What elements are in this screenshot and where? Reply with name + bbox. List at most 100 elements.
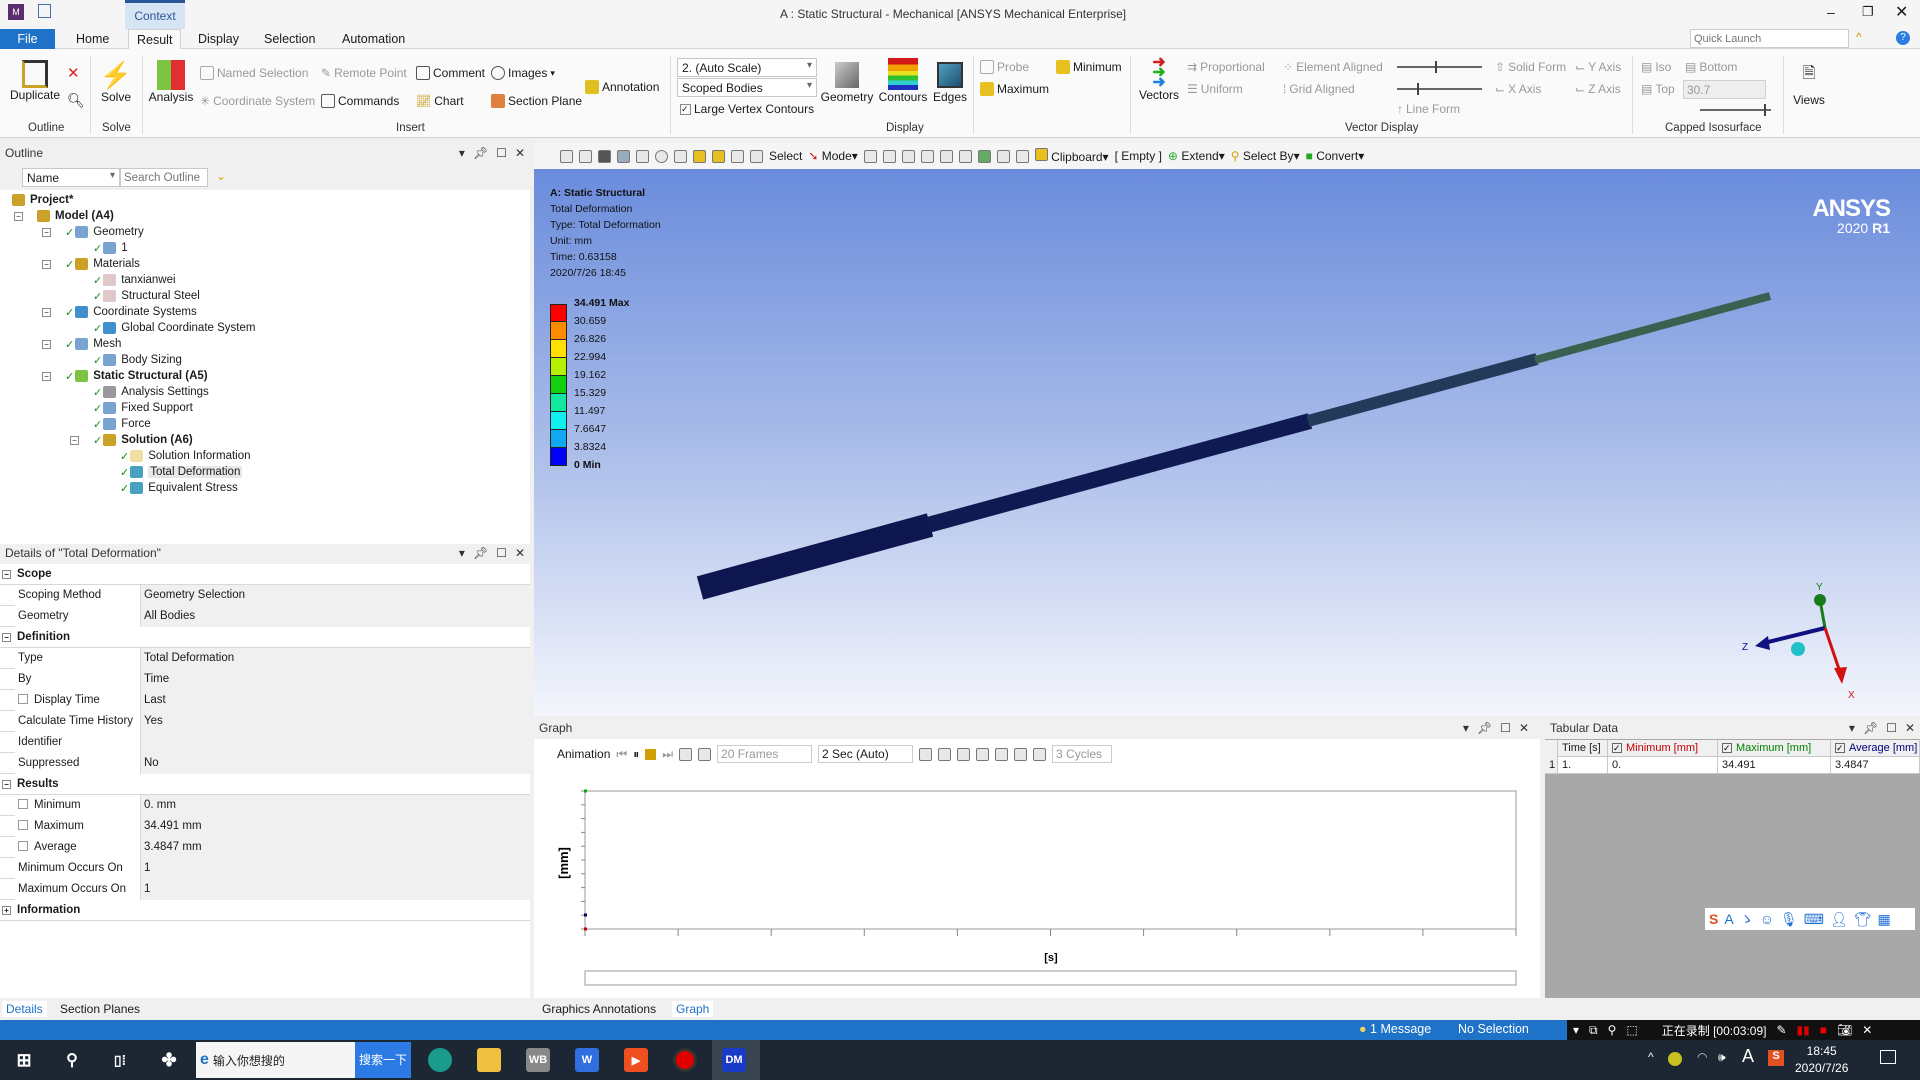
collapse-toggle[interactable]: − [70, 436, 79, 445]
tree-item[interactable]: ✓ Coordinate Systems [65, 304, 197, 320]
dropdown-icon[interactable]: ▾ [459, 546, 465, 560]
tree-item[interactable]: Project* [12, 192, 73, 208]
tree-item[interactable]: ✓ Geometry [65, 224, 144, 240]
tree-item[interactable]: ✓ Mesh [65, 336, 121, 352]
analysis-button[interactable]: Analysis [148, 60, 194, 104]
context-tab[interactable]: Context [125, 0, 185, 29]
contours-button[interactable]: Contours [877, 58, 929, 104]
details-section-header[interactable]: − Definition [0, 627, 530, 648]
zoom-all-icon[interactable] [750, 149, 763, 163]
table-cell[interactable]: 3.4847 [1831, 757, 1920, 774]
stop-record-icon[interactable]: ■ [1820, 1023, 1827, 1037]
zoom-in-icon[interactable] [560, 149, 573, 163]
shaded-icon[interactable] [598, 149, 611, 163]
region-icon[interactable]: ⬚ [1626, 1023, 1637, 1037]
maximum-button[interactable]: Maximum [980, 82, 1049, 96]
pin-icon[interactable]: 📌︎ [473, 546, 488, 560]
pin-icon[interactable]: 📌︎ [1477, 721, 1492, 735]
keyboard-icon[interactable]: ⌨ [1804, 911, 1824, 928]
ime-icon[interactable]: A [1742, 1046, 1754, 1067]
dropdown-icon[interactable]: ▾ [1573, 1023, 1579, 1037]
grid-aligned-button[interactable]: ⁞ Grid Aligned [1283, 82, 1355, 96]
clock[interactable]: 18:45 2020/7/26 [1795, 1043, 1848, 1077]
user-icon[interactable]: 👤︎ [1830, 911, 1848, 928]
column-header[interactable]: ✓ Average [mm] [1831, 740, 1920, 757]
property-value[interactable]: 34.491 mm [141, 815, 530, 837]
tab-section-planes[interactable]: Section Planes [56, 1001, 144, 1017]
select-by-button[interactable]: ⚲ Select By▾ [1231, 149, 1300, 163]
details-row[interactable]: Type Total Deformation [0, 647, 530, 669]
start-button[interactable]: ⊞ [12, 1048, 36, 1072]
table-cell[interactable]: 0. [1608, 757, 1718, 774]
details-row[interactable]: Geometry All Bodies [0, 605, 530, 627]
delete-icon[interactable]: ✕ [67, 64, 80, 82]
select-mesh-icon[interactable] [996, 149, 1010, 163]
details-section-header[interactable]: + Information [0, 900, 530, 921]
edge-icon[interactable] [428, 1048, 452, 1072]
tree-item[interactable]: ✓ Fixed Support [93, 400, 193, 416]
pause-record-icon[interactable]: ▮▮ [1797, 1023, 1810, 1037]
input-mode-icon[interactable]: A [1724, 911, 1733, 927]
camera-icon[interactable]: 📷︎ [1837, 1023, 1852, 1037]
row-number[interactable]: 1 [1545, 757, 1558, 774]
tab-selection[interactable]: Selection [256, 29, 323, 50]
remote-point-button[interactable]: ✎ Remote Point [321, 66, 407, 80]
property-value[interactable]: Time [141, 668, 530, 690]
volume-icon[interactable]: 🕪︎ [1718, 1050, 1726, 1065]
media-app-icon[interactable]: ▶ [624, 1048, 648, 1072]
close-icon[interactable]: ✕ [515, 546, 525, 560]
y-axis-button[interactable]: ⌙ Y Axis [1575, 60, 1621, 74]
dropdown-icon[interactable]: ▾ [1849, 721, 1855, 735]
tree-item[interactable]: ✓ 1 [93, 240, 128, 256]
tab-details[interactable]: Details [2, 1001, 47, 1017]
tree-item[interactable]: ✓ Static Structural (A5) [65, 368, 208, 384]
chart-button[interactable]: 📈︎ Chart [416, 94, 464, 108]
tree-item[interactable]: ✓ Body Sizing [93, 352, 182, 368]
notification-icon[interactable] [1880, 1050, 1896, 1064]
property-value[interactable]: 1 [141, 878, 530, 900]
maximize-icon[interactable]: ☐ [1500, 721, 1511, 735]
maximize-icon[interactable]: ☐ [496, 546, 507, 560]
recorder-icon[interactable] [673, 1048, 697, 1072]
details-section-header[interactable]: − Results [0, 774, 530, 795]
table-cell[interactable]: 34.491 [1718, 757, 1831, 774]
line-form-button[interactable]: ↑ Line Form [1397, 102, 1460, 116]
section-plane-button[interactable]: Section Plane [491, 94, 582, 108]
views-button[interactable]: 🗎︎ Views [1790, 62, 1828, 107]
tab-display[interactable]: Display [190, 29, 247, 50]
toolbox-icon[interactable]: ▦ [1878, 911, 1891, 928]
element-aligned-button[interactable]: ⁘ Element Aligned [1283, 60, 1383, 74]
pen-icon[interactable]: ✎ [1776, 1023, 1786, 1037]
details-row[interactable]: Identifier [0, 731, 530, 753]
tray-overflow-icon[interactable]: ^ [1648, 1050, 1654, 1064]
wifi-icon[interactable]: ◠ [1697, 1050, 1707, 1064]
help-icon[interactable]: ? [1896, 31, 1910, 45]
wps-icon[interactable]: W [575, 1048, 599, 1072]
isosurface-value-input[interactable]: 30.7 [1683, 80, 1766, 99]
details-section-header[interactable]: − Scope [0, 564, 530, 585]
property-value[interactable]: Total Deformation [141, 647, 530, 669]
select-element-face-icon[interactable] [958, 149, 972, 163]
details-row[interactable]: Minimum Occurs On 1 [0, 857, 530, 879]
tree-item[interactable]: ✓ Structural Steel [93, 288, 200, 304]
x-axis-button[interactable]: ⌙ X Axis [1495, 82, 1541, 96]
annotation-button[interactable]: Annotation [585, 80, 659, 94]
emoji-icon[interactable]: ☺ [1760, 911, 1774, 927]
details-row[interactable]: Scoping Method Geometry Selection [0, 584, 530, 606]
property-value[interactable] [141, 731, 530, 753]
parameter-checkbox[interactable] [18, 820, 28, 831]
named-selection-button[interactable]: Named Selection [200, 66, 308, 80]
maximize-icon[interactable]: ☐ [496, 146, 507, 160]
tree-item[interactable]: ✓ Global Coordinate System [93, 320, 255, 336]
dropdown-icon[interactable]: ▾ [1463, 721, 1469, 735]
images-button[interactable]: Images ▾ [491, 66, 555, 80]
collapse-toggle[interactable]: − [14, 212, 23, 221]
workbench-icon[interactable]: WB [526, 1048, 550, 1072]
parameter-checkbox[interactable] [18, 841, 28, 852]
vector-length-slider[interactable] [1397, 61, 1482, 73]
voice-icon[interactable]: 🎙︎ [1780, 911, 1798, 928]
collapse-toggle[interactable]: − [42, 260, 51, 269]
graphics-viewport[interactable]: A: Static Structural Total Deformation T… [534, 169, 1920, 716]
tree-item[interactable]: ✓ Equivalent Stress [120, 480, 238, 496]
close-icon[interactable]: ✕ [1862, 1023, 1872, 1037]
